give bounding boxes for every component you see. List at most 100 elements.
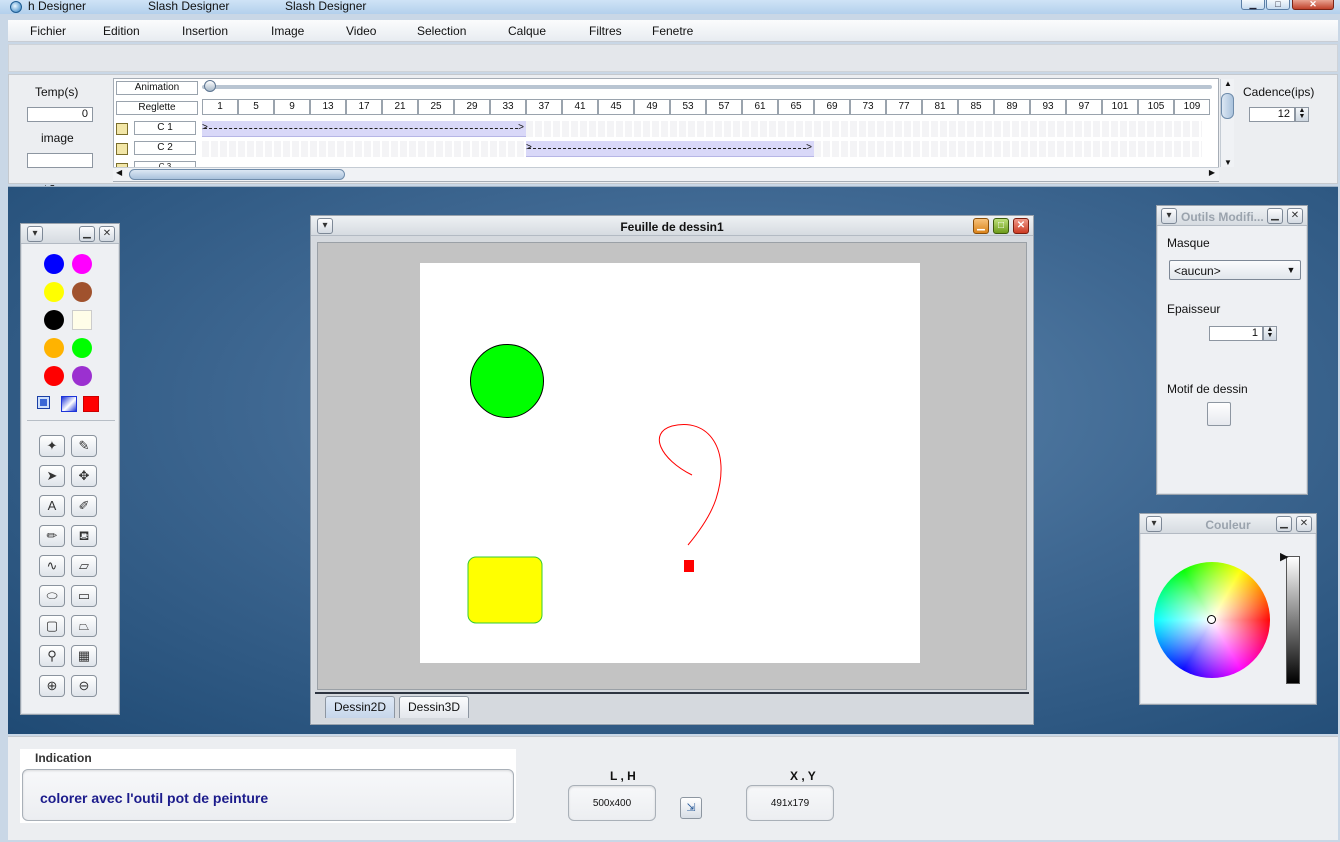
frame-number-cell[interactable]: 81 <box>922 99 958 115</box>
color-swatch[interactable] <box>72 282 92 302</box>
menu-insertion[interactable]: Insertion <box>182 24 228 38</box>
masque-select[interactable]: <aucun> ▼ <box>1169 260 1301 280</box>
time-field[interactable]: 0 <box>27 107 93 122</box>
close-icon[interactable]: ✕ <box>99 226 115 242</box>
frame-number-cell[interactable]: 41 <box>562 99 598 115</box>
pen-curve-button[interactable]: ✐ <box>71 495 97 517</box>
eyedropper-button[interactable]: ⚲ <box>39 645 65 667</box>
color-swatch[interactable] <box>72 338 92 358</box>
track-c2[interactable]: > > <box>202 141 1202 157</box>
animation-slider-track[interactable] <box>202 85 1212 89</box>
color-swatch[interactable] <box>72 366 92 386</box>
color-swatch[interactable] <box>44 254 64 274</box>
yellow-rounded-square-shape[interactable] <box>467 556 543 624</box>
scroll-up-icon[interactable]: ▲ <box>1224 79 1232 88</box>
rounded-rect-tool-button[interactable]: ▢ <box>39 615 65 637</box>
frame-number-cell[interactable]: 1 <box>202 99 238 115</box>
frame-number-cell[interactable]: 21 <box>382 99 418 115</box>
color-wheel-selector[interactable] <box>1207 615 1216 624</box>
minimize-icon[interactable]: ▁ <box>1276 516 1292 532</box>
menu-filtres[interactable]: Filtres <box>589 24 622 38</box>
track-c1[interactable]: > > <box>202 121 1202 137</box>
tab-dessin2d[interactable]: Dessin2D <box>325 696 396 718</box>
paint-bucket-button[interactable]: ⛾ <box>71 525 97 547</box>
frame-number-cell[interactable]: 97 <box>1066 99 1102 115</box>
frame-number-cell[interactable]: 25 <box>418 99 454 115</box>
scroll-right-icon[interactable]: ▶ <box>1209 168 1215 177</box>
color-swatch[interactable] <box>44 310 64 330</box>
text-tool-button[interactable]: A <box>39 495 65 517</box>
red-small-square-shape[interactable] <box>684 560 694 572</box>
color-swatch[interactable] <box>44 366 64 386</box>
cadence-field[interactable]: 12 <box>1249 107 1295 122</box>
menu-fichier[interactable]: Fichier <box>30 24 66 38</box>
frame-number-cell[interactable]: 29 <box>454 99 490 115</box>
freehand-curve-button[interactable]: ∿ <box>39 555 65 577</box>
frame-number-cell[interactable]: 9 <box>274 99 310 115</box>
drawing-canvas[interactable] <box>420 263 920 663</box>
frame-number-cell[interactable]: 37 <box>526 99 562 115</box>
brush-button[interactable]: ✎ <box>71 435 97 457</box>
rectangle-tool-button[interactable]: ▭ <box>71 585 97 607</box>
panel-menu-icon[interactable]: ▾ <box>27 226 43 242</box>
ellipse-tool-button[interactable]: ⬭ <box>39 585 65 607</box>
frame-number-cell[interactable]: 65 <box>778 99 814 115</box>
frame-number-cell[interactable]: 53 <box>670 99 706 115</box>
magic-wand-button[interactable]: ✦ <box>39 435 65 457</box>
menu-video[interactable]: Video <box>346 24 376 38</box>
frame-number-cell[interactable]: 93 <box>1030 99 1066 115</box>
frame-number-cell[interactable]: 5 <box>238 99 274 115</box>
frame-number-cell[interactable]: 49 <box>634 99 670 115</box>
frame-number-cell[interactable]: 85 <box>958 99 994 115</box>
frame-number-cell[interactable]: 17 <box>346 99 382 115</box>
tab-dessin3d[interactable]: Dessin3D <box>399 696 470 718</box>
polygon-tool-button[interactable]: ⏢ <box>71 615 97 637</box>
timeline-vertical-scrollbar[interactable]: ▲ ▼ <box>1220 79 1234 167</box>
frame-number-cell[interactable]: 61 <box>742 99 778 115</box>
window-maximize-button[interactable]: □ <box>1266 0 1290 10</box>
animation-slider-knob[interactable] <box>204 80 216 92</box>
epaisseur-spinner[interactable]: ▲ ▼ <box>1263 326 1277 341</box>
brightness-slider[interactable] <box>1286 556 1300 684</box>
resize-canvas-button[interactable]: ⇲ <box>680 797 702 819</box>
brightness-marker-icon[interactable]: ▶ <box>1280 550 1288 563</box>
fill-solid-icon[interactable] <box>37 396 50 409</box>
frame-number-cell[interactable]: 57 <box>706 99 742 115</box>
color-swatch[interactable] <box>72 310 92 330</box>
window-minimize-button[interactable]: ▁ <box>1241 0 1265 10</box>
frame-number-cell[interactable]: 45 <box>598 99 634 115</box>
grid-table-button[interactable]: ▦ <box>71 645 97 667</box>
minimize-icon[interactable]: ▁ <box>973 218 989 234</box>
frame-number-cell[interactable]: 33 <box>490 99 526 115</box>
pencil-button[interactable]: ✏ <box>39 525 65 547</box>
close-icon[interactable]: ✕ <box>1296 516 1312 532</box>
tween-segment-c2[interactable]: > > <box>526 141 814 157</box>
frame-number-cell[interactable]: 73 <box>850 99 886 115</box>
cadence-spinner[interactable]: ▲ ▼ <box>1295 107 1309 122</box>
menu-edition[interactable]: Edition <box>103 24 140 38</box>
layer-c2-icon[interactable] <box>116 143 128 155</box>
green-circle-shape[interactable] <box>470 344 544 418</box>
close-icon[interactable]: ✕ <box>1287 208 1303 224</box>
zoom-out-button[interactable]: ⊖ <box>71 675 97 697</box>
motif-pattern-button[interactable] <box>1207 402 1231 426</box>
vertical-scroll-thumb[interactable] <box>1221 93 1234 119</box>
scroll-down-icon[interactable]: ▼ <box>1224 158 1232 167</box>
select-arrow-button[interactable]: ➤ <box>39 465 65 487</box>
chevron-down-icon[interactable]: ▼ <box>1284 263 1298 277</box>
menu-fenetre[interactable]: Fenetre <box>652 24 693 38</box>
minimize-icon[interactable]: ▁ <box>1267 208 1283 224</box>
row-label-c2[interactable]: C 2 <box>134 141 196 155</box>
frame-number-cell[interactable]: 13 <box>310 99 346 115</box>
horizontal-scroll-thumb[interactable] <box>129 169 345 180</box>
image-field[interactable] <box>27 153 93 168</box>
tween-segment-c1[interactable]: > > <box>202 121 526 137</box>
timeline-horizontal-scrollbar[interactable]: ◀ ▶ <box>113 167 1219 181</box>
row-label-c1[interactable]: C 1 <box>134 121 196 135</box>
menu-image[interactable]: Image <box>271 24 304 38</box>
color-swatch[interactable] <box>72 254 92 274</box>
frame-number-cell[interactable]: 77 <box>886 99 922 115</box>
menu-selection[interactable]: Selection <box>417 24 466 38</box>
panel-menu-icon[interactable]: ▾ <box>1161 208 1177 224</box>
fill-gradient-icon[interactable] <box>61 396 77 412</box>
